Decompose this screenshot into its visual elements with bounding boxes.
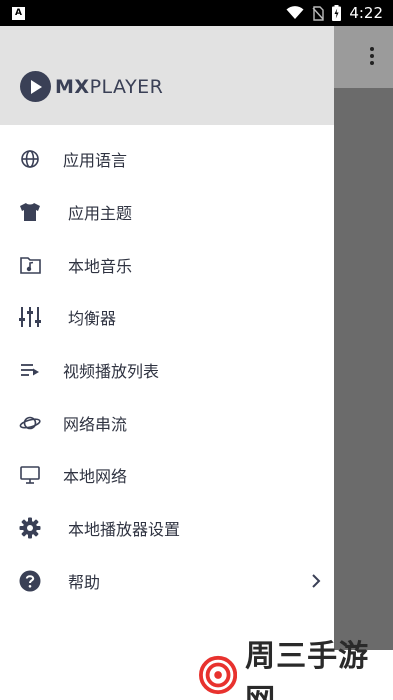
menu-label: 本地播放器设置 (68, 520, 181, 540)
equalizer-icon (19, 306, 41, 328)
wifi-icon (286, 6, 304, 19)
chevron-right-icon (312, 574, 321, 588)
logo-text: MXPLAYER (55, 75, 164, 98)
watermark: 周三手游网 (193, 639, 393, 700)
menu-item-app-language[interactable]: 应用语言 (0, 133, 334, 186)
menu-label: 均衡器 (68, 309, 117, 329)
menu-item-network-stream[interactable]: 网络串流 (0, 396, 334, 449)
no-sim-icon (312, 5, 325, 21)
menu-item-equalizer[interactable]: 均衡器 (0, 291, 334, 344)
menu-item-app-theme[interactable]: 应用主题 (0, 186, 334, 239)
overflow-menu-icon[interactable] (369, 47, 375, 65)
menu-label: 本地网络 (63, 467, 128, 487)
battery-icon (332, 5, 342, 21)
menu-item-player-settings[interactable]: 本地播放器设置 (0, 502, 334, 555)
mx-player-logo: MXPLAYER (20, 71, 163, 102)
menu-item-help[interactable]: 帮助 (0, 555, 334, 608)
monitor-icon (19, 464, 41, 486)
clock-text: 4:22 (349, 4, 383, 22)
notification-app-icon: A (12, 6, 25, 20)
help-icon (19, 570, 41, 592)
globe-icon (19, 148, 41, 170)
play-icon (20, 71, 51, 102)
menu-label: 应用主题 (68, 204, 133, 224)
menu-label: 帮助 (68, 572, 101, 592)
drawer-scrim[interactable] (334, 88, 393, 700)
menu-item-local-network[interactable]: 本地网络 (0, 449, 334, 502)
drawer-menu: 应用语言 应用主题 本地音乐 均衡器 视频播放列表 网络串流 本地网络 本地播放… (0, 125, 334, 607)
tshirt-icon (19, 201, 41, 223)
drawer-header: MXPLAYER (0, 26, 334, 125)
menu-label: 视频播放列表 (63, 362, 160, 382)
screen: A 4:22 MXPLAYER 应用语言 应用主题 本地音乐 均衡器 视频播放列… (0, 0, 393, 700)
gear-icon (19, 517, 41, 539)
menu-label: 应用语言 (63, 151, 128, 171)
music-folder-icon (19, 254, 41, 276)
menu-item-video-playlist[interactable]: 视频播放列表 (0, 344, 334, 397)
planet-icon (19, 412, 41, 434)
background-toolbar (334, 26, 393, 88)
playlist-icon (19, 359, 41, 381)
navigation-drawer: MXPLAYER 应用语言 应用主题 本地音乐 均衡器 视频播放列表 网络串流 … (0, 26, 334, 700)
menu-label: 本地音乐 (68, 256, 133, 276)
status-bar: A 4:22 (0, 0, 393, 26)
watermark-text: 周三手游网 (245, 639, 370, 700)
menu-label: 网络串流 (63, 414, 128, 434)
menu-item-local-music[interactable]: 本地音乐 (0, 238, 334, 291)
watermark-logo-icon (199, 655, 238, 695)
